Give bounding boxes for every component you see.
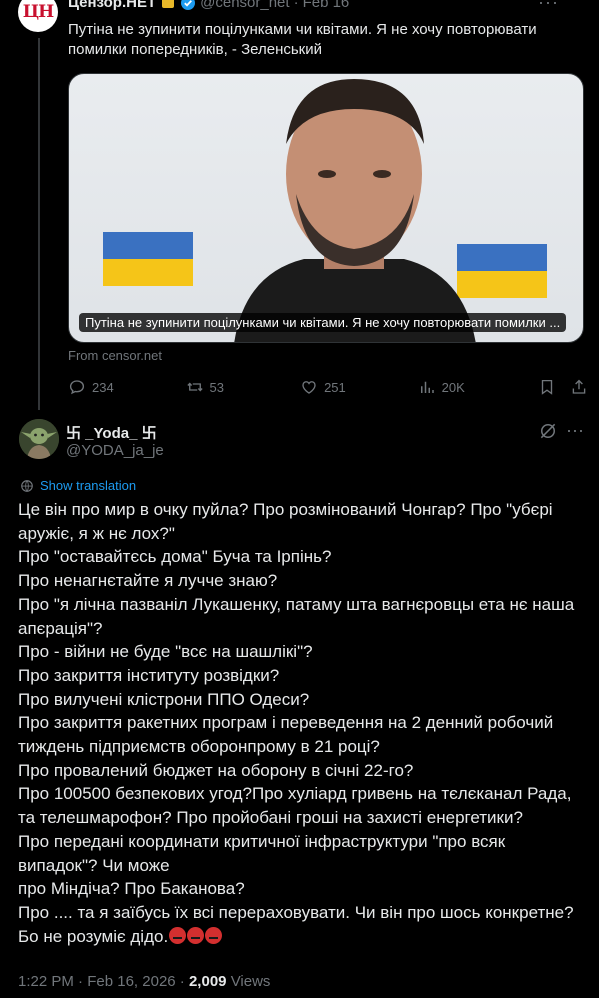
reply-icon — [69, 380, 85, 395]
link-card[interactable]: Путіна не зупинити поцілунками чи квітам… — [68, 73, 584, 343]
views-count: 20K — [441, 379, 465, 395]
thread-line — [38, 38, 40, 410]
show-translation-link[interactable]: Show translation — [20, 478, 136, 493]
tweet-line: Про закриття ракетних програм і переведе… — [18, 713, 558, 757]
tweet-date[interactable]: Feb 16, 2026 — [87, 973, 175, 990]
author-handle[interactable]: @YODA_ja_je — [66, 442, 164, 459]
tweet-line: Про закриття інституту розвідки? — [18, 665, 280, 685]
card-photo — [234, 79, 476, 342]
angry-emoji-icon — [169, 926, 187, 944]
tweet-text: Це він про мир в очку пуйла? Про розміно… — [18, 498, 588, 948]
repost-icon — [186, 382, 203, 392]
tweet-meta: 1:22 PM · Feb 16, 2026 · 2,009 Views — [18, 973, 270, 990]
tweet-last-line: Про .... та я заїбусь їх всі перераховув… — [18, 901, 588, 948]
bookmark-icon — [541, 379, 553, 395]
repost-count: 53 — [209, 379, 224, 395]
parent-header: Цензор.НЕТ @censor_net · Feb 16 — [68, 0, 349, 11]
reply-button[interactable]: 234 — [68, 378, 186, 396]
tweet-line: Про вилучені клістрони ППО Одеси? — [18, 689, 310, 709]
parent-actions: 234 53 251 20K — [68, 377, 588, 397]
tweet-line: Про 100500 безпекових угод?Про хуліард г… — [18, 784, 577, 828]
parent-author-name[interactable]: Цензор.НЕТ — [68, 0, 156, 11]
parent-dot: · — [293, 0, 299, 11]
more-icon[interactable]: ··· — [566, 420, 584, 441]
heart-icon — [302, 381, 316, 394]
views-label: Views — [230, 973, 271, 990]
gold-affiliate-icon — [162, 0, 175, 8]
tweet-line: Про ненагнєтайте я лучче знаю? — [18, 571, 278, 591]
show-translation-label: Show translation — [40, 478, 137, 493]
more-icon[interactable]: ··· — [538, 0, 559, 13]
grok-icon[interactable] — [538, 421, 558, 441]
angry-emoji-icon — [205, 926, 223, 944]
parent-avatar[interactable]: ЦН — [18, 0, 58, 32]
translate-icon — [21, 479, 33, 492]
share-icon — [572, 379, 586, 394]
like-button[interactable]: 251 — [300, 378, 418, 396]
view-count: 2,009 — [188, 973, 227, 990]
analytics-icon — [420, 381, 434, 393]
tweet-line: про Міндіча? Про Баканова? — [18, 879, 245, 899]
yoda-avatar-image — [19, 419, 59, 459]
angry-emoji-icon — [187, 926, 205, 944]
flag-left — [103, 232, 193, 286]
tweet-line: Про - війни не буде "всє на шашлікі"? — [18, 642, 313, 662]
meta-dot: · — [78, 973, 84, 990]
tweet-time[interactable]: 1:22 PM — [18, 973, 74, 990]
tweet-line: Про "я лічна пазванiл Лукашенку, патаму … — [18, 594, 579, 638]
parent-tweet[interactable]: ЦН Цензор.НЕТ @censor_net · Feb 16 ··· П… — [0, 0, 599, 410]
tweet-line: Про провалений бюджет на оборону в січні… — [18, 760, 414, 780]
tweet-line: Про .... та я заїбусь їх всі перераховув… — [18, 902, 579, 946]
meta-dot: · — [179, 973, 185, 990]
card-source[interactable]: From censor.net — [68, 348, 162, 363]
censor-logo: ЦН — [22, 2, 54, 22]
reply-count: 234 — [92, 379, 114, 395]
bookmark-button[interactable] — [538, 378, 570, 396]
parent-tweet-text: Путіна не зупинити поцілунками чи квітам… — [68, 21, 537, 58]
tweet-line: Про передані координати критичної інфрас… — [18, 831, 510, 875]
verified-icon — [181, 0, 196, 10]
author-avatar[interactable] — [19, 419, 59, 459]
repost-button[interactable]: 53 — [186, 378, 301, 396]
tweet-line: Про "оставайтєсь дома" Буча та Ірпінь? — [18, 547, 332, 567]
like-count: 251 — [324, 379, 346, 395]
author-name[interactable]: 卐 _Yoda_ 卐 — [66, 422, 157, 443]
views-button[interactable]: 20K — [418, 378, 539, 396]
tweet-line: Це він про мир в очку пуйла? Про розміно… — [18, 500, 558, 543]
parent-time[interactable]: Feb 16 — [303, 0, 350, 11]
card-caption: Путіна не зупинити поцілунками чи квітам… — [79, 313, 567, 332]
share-button[interactable] — [570, 378, 588, 396]
parent-handle[interactable]: @censor_net — [200, 0, 289, 11]
